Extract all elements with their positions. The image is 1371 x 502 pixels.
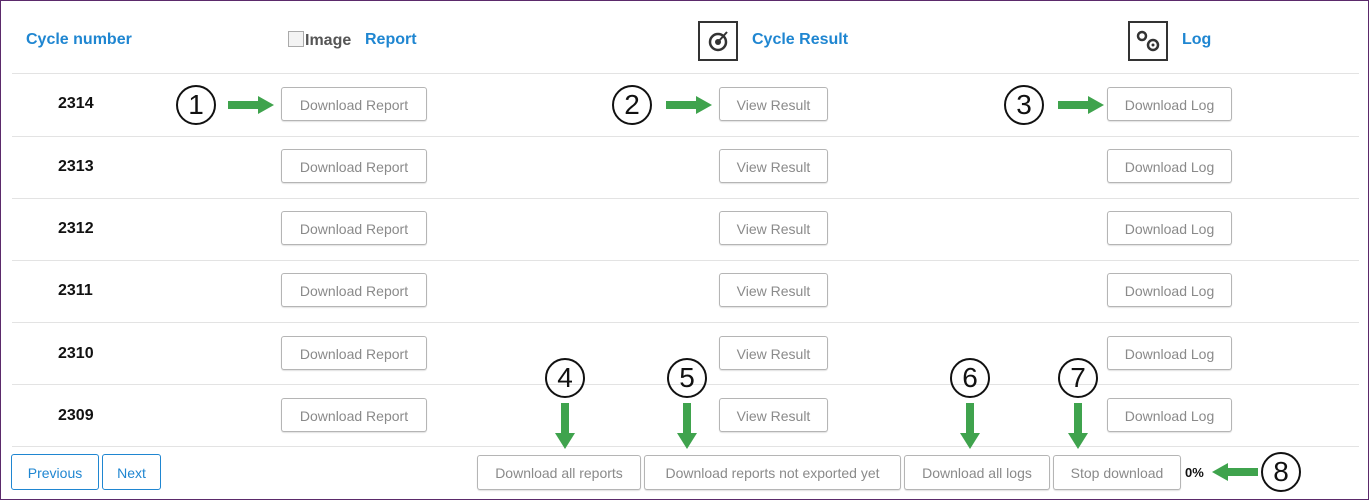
row-divider — [12, 322, 1359, 323]
cycle-number-cell: 2310 — [58, 345, 94, 362]
download-report-button[interactable]: Download Report — [281, 273, 427, 307]
arrow-right-icon — [228, 96, 274, 114]
view-result-button[interactable]: View Result — [719, 211, 828, 245]
callout-3: 3 — [1004, 85, 1044, 125]
view-result-button[interactable]: View Result — [719, 149, 828, 183]
download-report-button[interactable]: Download Report — [281, 336, 427, 370]
download-log-button[interactable]: Download Log — [1107, 273, 1232, 307]
header-log: Log — [1182, 31, 1212, 48]
download-report-button[interactable]: Download Report — [281, 398, 427, 432]
arrow-right-icon — [666, 96, 712, 114]
download-log-button[interactable]: Download Log — [1107, 211, 1232, 245]
download-all-reports-button[interactable]: Download all reports — [477, 455, 641, 490]
broken-image: Image — [288, 31, 351, 50]
callout-8: 8 — [1261, 452, 1301, 492]
download-log-button[interactable]: Download Log — [1107, 398, 1232, 432]
cycle-number-cell: 2313 — [58, 158, 94, 175]
arrow-left-icon — [1212, 463, 1258, 481]
download-all-logs-button[interactable]: Download all logs — [904, 455, 1050, 490]
download-not-exported-button[interactable]: Download reports not exported yet — [644, 455, 901, 490]
callout-4: 4 — [545, 358, 585, 398]
arrow-down-icon — [555, 403, 575, 449]
cycle-number-cell: 2312 — [58, 220, 94, 237]
header-cycle-result: Cycle Result — [752, 31, 849, 48]
header-cycle-number: Cycle number — [26, 31, 132, 48]
target-icon — [698, 21, 738, 61]
arrow-down-icon — [960, 403, 980, 449]
download-report-button[interactable]: Download Report — [281, 87, 427, 121]
callout-6: 6 — [950, 358, 990, 398]
callout-5: 5 — [667, 358, 707, 398]
next-button[interactable]: Next — [102, 454, 161, 490]
view-result-button[interactable]: View Result — [719, 87, 828, 121]
cycle-number-cell: 2314 — [58, 95, 94, 112]
stop-download-button[interactable]: Stop download — [1053, 455, 1181, 490]
download-log-button[interactable]: Download Log — [1107, 87, 1232, 121]
row-divider — [12, 136, 1359, 137]
arrow-down-icon — [1068, 403, 1088, 449]
view-result-button[interactable]: View Result — [719, 336, 828, 370]
callout-1: 1 — [176, 85, 216, 125]
header-report: Report — [365, 31, 417, 48]
arrow-down-icon — [677, 403, 697, 449]
row-divider — [12, 73, 1359, 74]
arrow-right-icon — [1058, 96, 1104, 114]
cycle-number-cell: 2311 — [58, 282, 93, 299]
download-report-button[interactable]: Download Report — [281, 211, 427, 245]
view-result-button[interactable]: View Result — [719, 273, 828, 307]
gears-icon — [1128, 21, 1168, 61]
download-log-button[interactable]: Download Log — [1107, 149, 1232, 183]
row-divider — [12, 198, 1359, 199]
download-log-button[interactable]: Download Log — [1107, 336, 1232, 370]
download-report-button[interactable]: Download Report — [281, 149, 427, 183]
callout-7: 7 — [1058, 358, 1098, 398]
previous-button[interactable]: Previous — [11, 454, 99, 490]
row-divider — [12, 260, 1359, 261]
view-result-button[interactable]: View Result — [719, 398, 828, 432]
download-progress-text: 0% — [1185, 465, 1204, 480]
broken-image-icon — [288, 31, 304, 47]
cycle-number-cell: 2309 — [58, 407, 94, 424]
callout-2: 2 — [612, 85, 652, 125]
broken-image-alt: Image — [305, 32, 352, 49]
